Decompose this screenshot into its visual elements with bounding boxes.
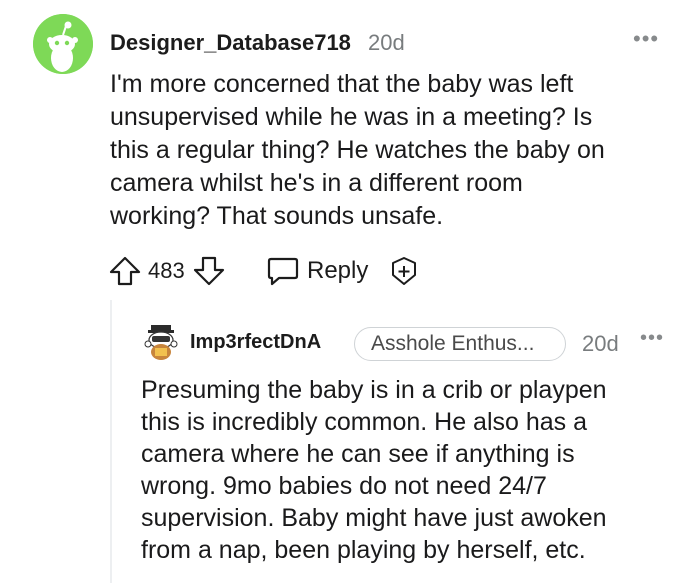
comment-text-line: supervision. Baby might have just awoken bbox=[141, 504, 607, 532]
comment-body: Presuming the baby is in a crib or playp… bbox=[141, 374, 691, 566]
timestamp: 20d bbox=[582, 331, 619, 356]
reply-button[interactable] bbox=[266, 254, 300, 288]
comment-text-line: camera where he can see if anything is bbox=[141, 440, 575, 468]
downvote-button[interactable] bbox=[192, 254, 226, 288]
timestamp: 20d bbox=[368, 30, 405, 55]
comment-bubble-icon bbox=[267, 257, 299, 286]
comment-text-line: wrong. 9mo babies do not need 24/7 bbox=[141, 472, 547, 500]
avatar[interactable] bbox=[143, 322, 183, 362]
comment-text-line: unsupervised while he was in a meeting? … bbox=[110, 103, 593, 131]
more-options-icon[interactable]: ••• bbox=[640, 327, 664, 350]
username[interactable]: Imp3rfectDnA bbox=[190, 331, 321, 354]
comment-text-line: from a nap, been playing by herself, etc… bbox=[141, 536, 586, 564]
comment-body: I'm more concerned that the baby was lef… bbox=[110, 68, 680, 233]
comment-text-line: camera whilst he's in a different room bbox=[110, 169, 523, 197]
comment-text-line: this is incredibly common. He also has a bbox=[141, 408, 588, 436]
upvote-button[interactable] bbox=[108, 254, 142, 288]
comment-text-line: this a regular thing? He watches the bab… bbox=[110, 136, 605, 164]
username[interactable]: Designer_Database718 bbox=[110, 30, 351, 56]
comment-text-line: Presuming the baby is in a crib or playp… bbox=[141, 376, 607, 404]
thread-line[interactable] bbox=[110, 300, 112, 583]
comment-text-line: I'm more concerned that the baby was lef… bbox=[110, 70, 574, 98]
avatar[interactable] bbox=[33, 14, 93, 74]
vote-score: 483 bbox=[148, 258, 185, 283]
snoo-avatar-icon bbox=[33, 14, 93, 74]
more-options-icon[interactable]: ••• bbox=[633, 26, 659, 52]
award-button[interactable] bbox=[388, 254, 420, 288]
upvote-arrow-icon bbox=[109, 256, 141, 286]
snoo-avatar-icon bbox=[144, 325, 178, 360]
reply-label[interactable]: Reply bbox=[307, 257, 368, 285]
comment-text-line: working? That sounds unsafe. bbox=[110, 202, 444, 230]
downvote-arrow-icon bbox=[193, 256, 225, 286]
user-flair: Asshole Enthus... bbox=[354, 327, 566, 361]
award-plus-icon bbox=[392, 257, 416, 285]
